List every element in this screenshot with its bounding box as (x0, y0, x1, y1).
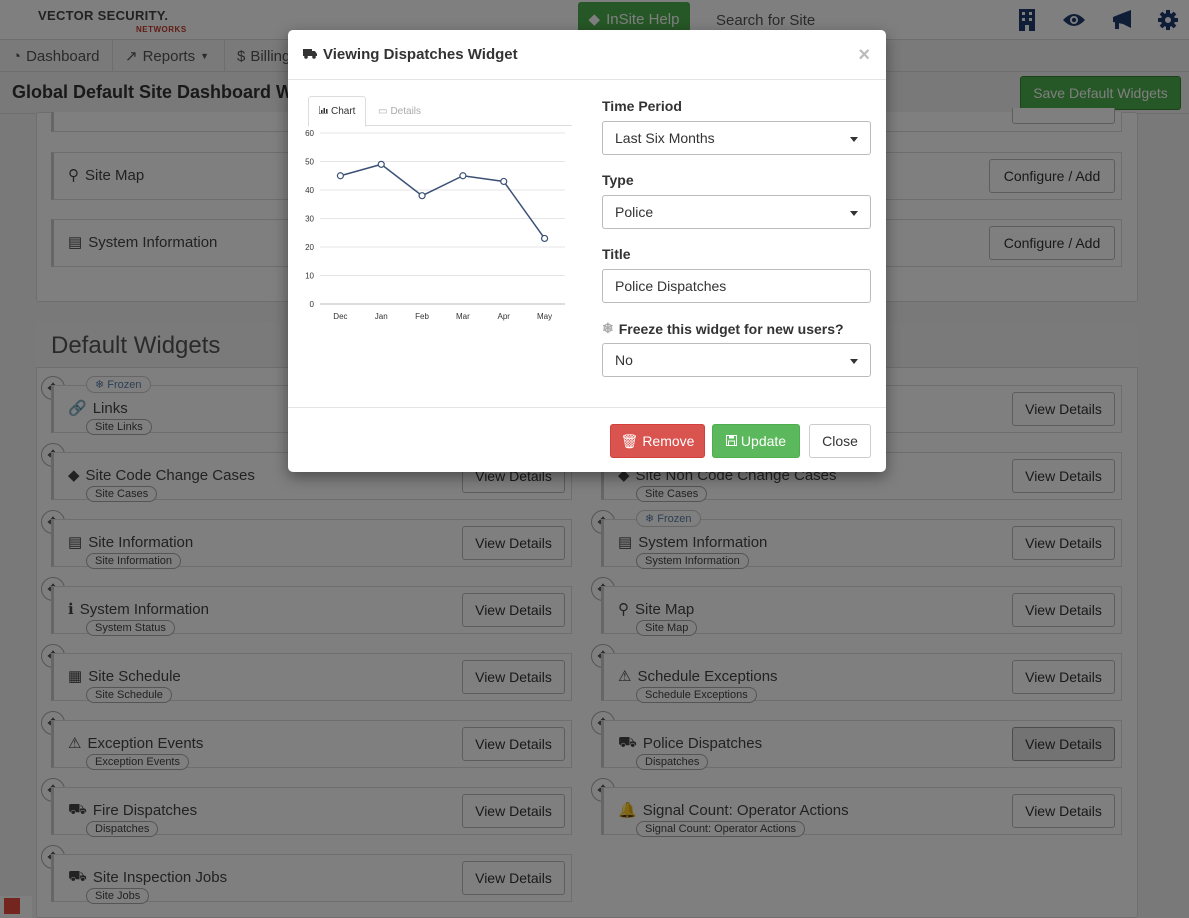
remove-button[interactable]: 🗑 Remove (610, 424, 705, 458)
time-period-label: Time Period (602, 98, 682, 114)
dispatch-line-chart: 0 10 20 30 40 50 60 Dec Jan Feb Mar Apr May (305, 129, 565, 321)
close-icon[interactable]: × (858, 44, 870, 67)
data-point (418, 192, 426, 200)
save-icon (725, 433, 737, 449)
title-input[interactable]: Police Dispatches (602, 269, 871, 303)
modal-title: Viewing Dispatches Widget (303, 46, 518, 63)
y-tick-label: 10 (305, 272, 314, 281)
y-tick-label: 40 (305, 186, 314, 195)
update-button-label: Update (740, 433, 787, 449)
caret-down-icon (850, 211, 858, 216)
x-tick-label: Dec (333, 312, 347, 321)
modal-footer: 🗑 Remove Update Close (288, 407, 886, 472)
freeze-label: ❄ Freeze this widget for new users? (602, 320, 844, 337)
data-point (459, 172, 467, 180)
x-tick-label: Mar (456, 312, 470, 321)
x-tick-label: Jan (375, 312, 388, 321)
list-icon: ▭ (378, 106, 388, 117)
x-tick-label: Apr (498, 312, 511, 321)
modal-title-text: Viewing Dispatches Widget (323, 46, 518, 63)
freeze-value: No (615, 352, 633, 368)
tab-details-label: Details (390, 106, 422, 117)
title-label: Title (602, 246, 631, 262)
y-tick-label: 60 (305, 129, 314, 138)
y-tick-label: 30 (305, 215, 314, 224)
type-select[interactable]: Police (602, 195, 871, 229)
freeze-select[interactable]: No (602, 343, 871, 377)
widget-modal: Viewing Dispatches Widget × Chart ▭ Deta… (288, 30, 886, 472)
close-button[interactable]: Close (809, 424, 871, 458)
tab-chart-label: Chart (331, 106, 356, 117)
data-point (377, 160, 385, 168)
tab-chart[interactable]: Chart (308, 96, 366, 127)
trash-icon: 🗑 (620, 432, 639, 449)
x-tick-label: Feb (415, 312, 429, 321)
data-point (336, 172, 345, 180)
modal-tabs: Chart ▭ Details (308, 96, 572, 127)
x-tick-label: May (537, 312, 552, 321)
caret-down-icon (850, 359, 858, 364)
y-tick-label: 50 (305, 158, 314, 167)
caret-down-icon (850, 137, 858, 142)
tab-details[interactable]: ▭ Details (368, 96, 431, 127)
data-point (500, 177, 508, 186)
title-input-value: Police Dispatches (615, 278, 727, 294)
y-tick-label: 20 (305, 243, 314, 252)
series-line (340, 163, 546, 239)
remove-button-label: Remove (642, 433, 695, 449)
time-period-value: Last Six Months (615, 130, 715, 146)
update-button[interactable]: Update (712, 424, 800, 458)
data-point (540, 234, 549, 243)
time-period-select[interactable]: Last Six Months (602, 121, 871, 155)
type-label: Type (602, 172, 634, 188)
bar-chart-icon (318, 106, 328, 117)
freeze-label-text: Freeze this widget for new users? (618, 320, 844, 337)
snowflake-icon: ❄ (602, 320, 614, 336)
y-tick-label: 0 (310, 300, 315, 309)
truck-icon (303, 46, 317, 63)
modal-header: Viewing Dispatches Widget × (288, 30, 886, 80)
type-value: Police (615, 204, 654, 220)
